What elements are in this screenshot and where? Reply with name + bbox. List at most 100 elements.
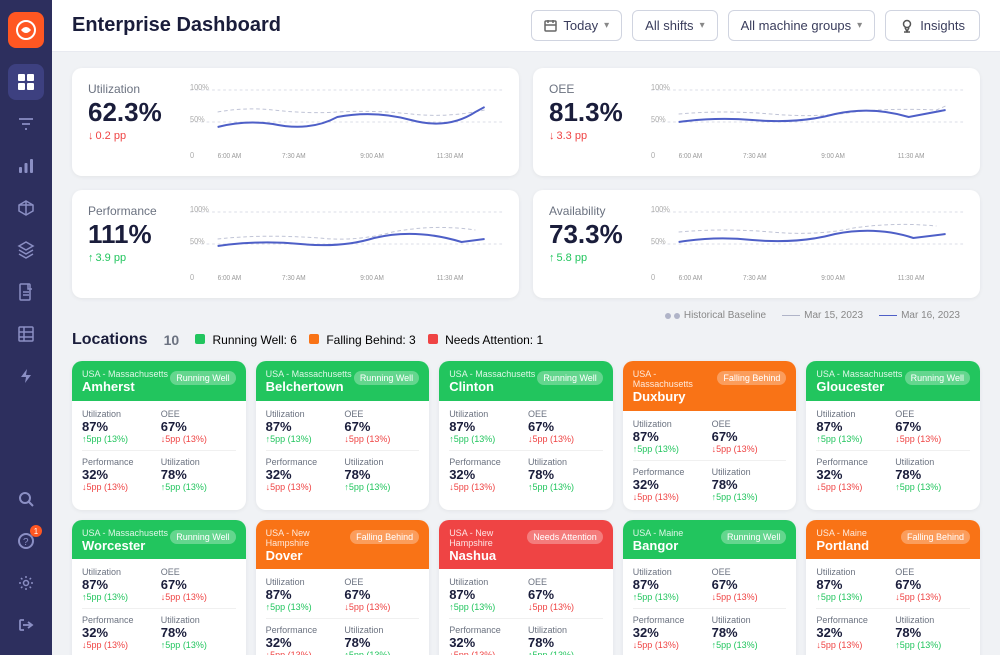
sidebar-item-settings[interactable]: [8, 565, 44, 601]
card-utilization2: Utilization 78% ↑5pp (13%): [712, 615, 787, 650]
card-metrics-bottom: Performance 32% ↓5pp (13%) Utilization 7…: [816, 457, 970, 492]
performance-chart: 100% 50% 0 6:00 AM 7:30 AM 9:00 AM 11:30…: [190, 204, 503, 284]
card-city: Belchertown: [266, 379, 352, 395]
location-card[interactable]: USA - Maine Bangor Running Well Utilizat…: [623, 520, 797, 655]
svg-text:50%: 50%: [651, 237, 666, 246]
card-oee: OEE 67% ↓5pp (13%): [712, 419, 787, 454]
sidebar-item-bar[interactable]: [8, 316, 44, 352]
card-state: USA - Maine: [816, 528, 869, 538]
card-city: Duxbury: [633, 389, 718, 405]
sidebar-item-network[interactable]: [8, 64, 44, 100]
card-metrics-bottom: Performance 32% ↓5pp (13%) Utilization 7…: [266, 625, 420, 655]
oee-chart: 100% 50% 0 6:00 AM 7:30 AM 9:00 AM 11:30…: [651, 82, 964, 162]
shift-filter-label: All shifts: [645, 18, 693, 33]
metric-info-utilization: Utilization 62.3% ↓0.2 pp: [88, 82, 178, 142]
svg-text:0: 0: [190, 151, 194, 160]
app-logo[interactable]: [8, 12, 44, 48]
location-card[interactable]: USA - Massachusetts Duxbury Falling Behi…: [623, 361, 797, 510]
card-oee: OEE 67% ↓5pp (13%): [344, 409, 419, 444]
card-header: USA - Massachusetts Worcester Running We…: [72, 520, 246, 560]
topbar: Enterprise Dashboard Today ▾ All shifts …: [52, 0, 1000, 52]
sidebar-item-search[interactable]: [8, 481, 44, 517]
date-filter-label: Today: [563, 18, 598, 33]
card-metrics-top: Utilization 87% ↑5pp (13%) OEE 67% ↓5pp …: [449, 409, 603, 444]
card-utilization2: Utilization 78% ↑5pp (13%): [161, 457, 236, 492]
sidebar-item-cube[interactable]: [8, 190, 44, 226]
card-oee: OEE 67% ↓5pp (13%): [161, 567, 236, 602]
card-utilization2: Utilization 78% ↑5pp (13%): [344, 625, 419, 655]
card-divider: [633, 460, 787, 461]
metric-card-performance: Performance 111% ↑3.9 pp 100% 50% 0: [72, 190, 519, 298]
svg-text:50%: 50%: [190, 237, 205, 246]
card-header: USA - Massachusetts Gloucester Running W…: [806, 361, 980, 401]
page-title: Enterprise Dashboard: [72, 14, 531, 37]
svg-text:9:00 AM: 9:00 AM: [360, 275, 384, 282]
svg-text:6:00 AM: 6:00 AM: [679, 275, 703, 282]
legend-historical-label: Historical Baseline: [684, 310, 766, 321]
sidebar-item-filter[interactable]: [8, 106, 44, 142]
location-card[interactable]: USA - Massachusetts Clinton Running Well…: [439, 361, 613, 510]
svg-text:0: 0: [190, 273, 194, 282]
sidebar-item-help[interactable]: ? 1: [8, 523, 44, 559]
insights-button[interactable]: Insights: [885, 10, 980, 41]
card-util: Utilization 87% ↑5pp (13%): [633, 419, 708, 454]
card-divider: [266, 618, 420, 619]
availability-label: Availability: [549, 204, 639, 218]
sidebar-item-logout[interactable]: [8, 607, 44, 643]
card-status-badge: Falling Behind: [717, 371, 786, 385]
locations-header: Locations 10 Running Well: 6 Falling Beh…: [72, 331, 980, 349]
metric-info-oee: OEE 81.3% ↓3.3 pp: [549, 82, 639, 142]
location-card[interactable]: USA - Massachusetts Belchertown Running …: [256, 361, 430, 510]
card-body: Utilization 87% ↑5pp (13%) OEE 67% ↓5pp …: [256, 569, 430, 655]
availability-chart: 100% 50% 0 6:00 AM 7:30 AM 9:00 AM 11:30…: [651, 204, 964, 284]
card-city: Portland: [816, 538, 869, 554]
shift-chevron-icon: ▾: [700, 20, 705, 31]
card-oee: OEE 67% ↓5pp (13%): [895, 567, 970, 602]
card-util: Utilization 87% ↑5pp (13%): [449, 577, 524, 612]
card-oee: OEE 67% ↓5pp (13%): [528, 409, 603, 444]
availability-change: ↑5.8 pp: [549, 252, 639, 264]
sidebar-item-file[interactable]: [8, 274, 44, 310]
date-filter-button[interactable]: Today ▾: [531, 10, 622, 41]
card-metrics-top: Utilization 87% ↑5pp (13%) OEE 67% ↓5pp …: [266, 409, 420, 444]
card-state: USA - Massachusetts: [633, 369, 718, 389]
location-card[interactable]: USA - New Hampshire Dover Falling Behind…: [256, 520, 430, 655]
location-card[interactable]: USA - Massachusetts Gloucester Running W…: [806, 361, 980, 510]
machine-filter-button[interactable]: All machine groups ▾: [728, 10, 876, 41]
svg-text:6:00 AM: 6:00 AM: [218, 275, 242, 282]
card-metrics-bottom: Performance 32% ↓5pp (13%) Utilization 7…: [816, 615, 970, 650]
card-util: Utilization 87% ↑5pp (13%): [82, 567, 157, 602]
svg-text:11:30 AM: 11:30 AM: [898, 275, 925, 282]
location-card[interactable]: USA - New Hampshire Nashua Needs Attenti…: [439, 520, 613, 655]
sidebar-item-layers[interactable]: [8, 232, 44, 268]
card-metrics-bottom: Performance 32% ↓5pp (13%) Utilization 7…: [266, 457, 420, 492]
location-card[interactable]: USA - Massachusetts Amherst Running Well…: [72, 361, 246, 510]
card-state: USA - Massachusetts: [82, 528, 168, 538]
location-card[interactable]: USA - Massachusetts Worcester Running We…: [72, 520, 246, 655]
shift-filter-button[interactable]: All shifts ▾: [632, 10, 717, 41]
card-utilization2: Utilization 78% ↑5pp (13%): [161, 615, 236, 650]
green-dot: [195, 334, 205, 344]
svg-text:7:30 AM: 7:30 AM: [743, 275, 767, 282]
card-metrics-bottom: Performance 32% ↓5pp (13%) Utilization 7…: [633, 615, 787, 650]
svg-text:9:00 AM: 9:00 AM: [821, 153, 845, 160]
sidebar: ? 1: [0, 0, 52, 655]
performance-value: 111%: [88, 220, 178, 249]
orange-dot: [309, 334, 319, 344]
metric-info-availability: Availability 73.3% ↑5.8 pp: [549, 204, 639, 264]
card-status-badge: Running Well: [905, 371, 970, 385]
sidebar-item-bolt[interactable]: [8, 358, 44, 394]
svg-text:11:30 AM: 11:30 AM: [437, 275, 464, 282]
legend-date2-label: Mar 16, 2023: [901, 310, 960, 321]
card-perf: Performance 32% ↓5pp (13%): [633, 467, 708, 502]
location-card[interactable]: USA - Maine Portland Falling Behind Util…: [806, 520, 980, 655]
card-state: USA - Massachusetts: [816, 369, 902, 379]
svg-text:11:30 AM: 11:30 AM: [898, 153, 925, 160]
svg-text:7:30 AM: 7:30 AM: [743, 153, 767, 160]
status-running-well: Running Well: 6: [195, 333, 297, 347]
card-status-badge: Falling Behind: [350, 530, 419, 544]
card-status-badge: Running Well: [354, 371, 419, 385]
card-utilization2: Utilization 78% ↑5pp (13%): [895, 457, 970, 492]
sidebar-item-chart[interactable]: [8, 148, 44, 184]
locations-grid: USA - Massachusetts Amherst Running Well…: [72, 361, 980, 655]
